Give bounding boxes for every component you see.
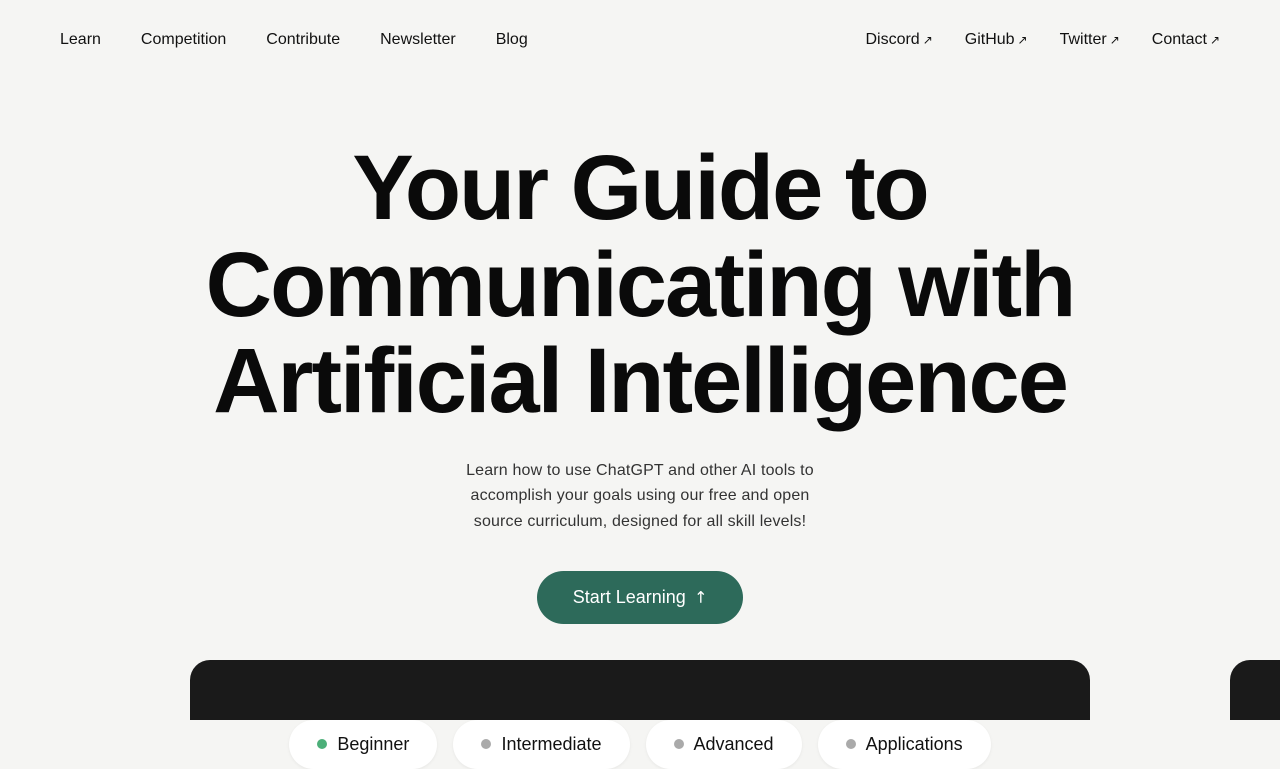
nav-contact[interactable]: Contact↗	[1152, 31, 1220, 49]
nav-right: Discord↗ GitHub↗ Twitter↗ Contact↗	[865, 31, 1220, 49]
nav-competition[interactable]: Competition	[141, 31, 226, 49]
pill-beginner[interactable]: Beginner	[289, 720, 437, 769]
navbar: Learn Competition Contribute Newsletter …	[0, 0, 1280, 80]
skill-level-pills: Beginner Intermediate Advanced Applicati…	[0, 720, 1280, 769]
dot-indicator	[674, 739, 684, 749]
external-link-icon: ↗	[1018, 33, 1028, 47]
external-link-icon: ↗	[1210, 33, 1220, 47]
pill-advanced[interactable]: Advanced	[646, 720, 802, 769]
nav-github[interactable]: GitHub↗	[965, 31, 1028, 49]
dot-indicator	[481, 739, 491, 749]
nav-twitter[interactable]: Twitter↗	[1060, 31, 1120, 49]
dot-indicator	[317, 739, 327, 749]
external-link-icon: ↗	[923, 33, 933, 47]
start-learning-button[interactable]: Start Learning ↗	[537, 571, 743, 624]
hero-title: Your Guide to Communicating with Artific…	[190, 140, 1090, 430]
bottom-dark-section	[190, 660, 1090, 720]
arrow-icon: ↗	[689, 585, 713, 609]
nav-blog[interactable]: Blog	[496, 31, 528, 49]
pill-applications[interactable]: Applications	[818, 720, 991, 769]
nav-learn[interactable]: Learn	[60, 31, 101, 49]
external-link-icon: ↗	[1110, 33, 1120, 47]
nav-left: Learn Competition Contribute Newsletter …	[60, 31, 528, 49]
hero-subtitle: Learn how to use ChatGPT and other AI to…	[460, 458, 820, 535]
bottom-dark-section-right	[1230, 660, 1280, 720]
nav-newsletter[interactable]: Newsletter	[380, 31, 456, 49]
nav-discord[interactable]: Discord↗	[865, 31, 932, 49]
hero-section: Your Guide to Communicating with Artific…	[0, 80, 1280, 664]
nav-contribute[interactable]: Contribute	[266, 31, 340, 49]
dot-indicator	[846, 739, 856, 749]
pill-intermediate[interactable]: Intermediate	[453, 720, 629, 769]
